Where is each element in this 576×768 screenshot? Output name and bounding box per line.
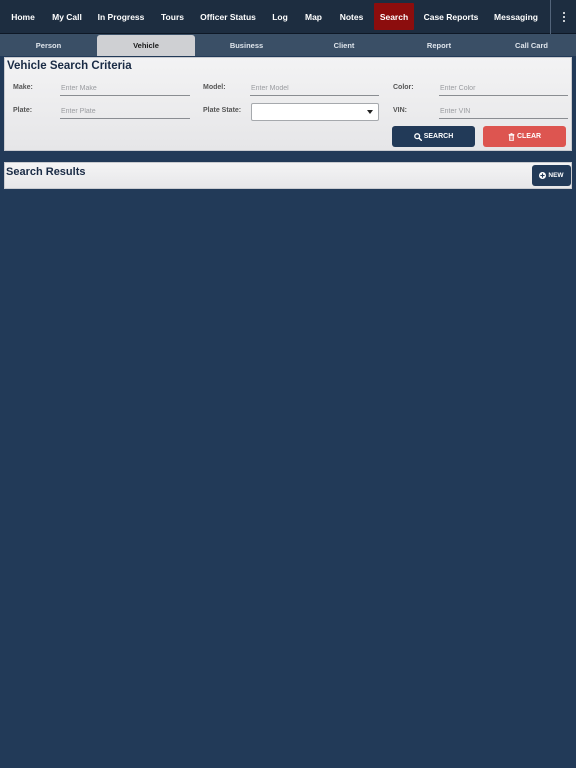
tab-vehicle[interactable]: Vehicle [97,35,195,56]
vehicle-search-criteria-panel: Vehicle Search Criteria Make: Model: Col… [4,57,572,151]
nav-item-log[interactable]: Log [267,0,293,34]
tab-business[interactable]: Business [198,34,295,56]
tab-call-card[interactable]: Call Card [487,34,576,56]
nav-item-officer-status[interactable]: Officer Status [196,0,260,34]
search-button-label: SEARCH [423,133,454,140]
search-button[interactable]: SEARCH [392,126,475,147]
nav-item-home[interactable]: Home [6,0,40,34]
vin-input[interactable] [439,105,568,119]
new-button-label: NEW [548,172,564,179]
criteria-title: Vehicle Search Criteria [7,60,132,72]
more-menu-button[interactable] [550,0,576,34]
model-input[interactable] [250,82,379,96]
plate-state-label: Plate State: [203,107,242,114]
plate-label: Plate: [13,107,33,114]
clear-button[interactable]: CLEAR [483,126,566,147]
caret-down-icon [367,110,373,114]
nav-item-messaging[interactable]: Messaging [489,0,543,34]
results-title: Search Results [6,166,86,178]
top-nav-bar: Home My Call In Progress Tours Officer S… [0,0,576,34]
nav-item-case-reports[interactable]: Case Reports [420,0,482,34]
make-label: Make: [13,84,33,91]
plus-circle-icon [539,172,547,179]
nav-item-map[interactable]: Map [299,0,328,34]
tab-client[interactable]: Client [295,34,393,56]
tab-person[interactable]: Person [0,34,97,56]
search-icon [413,132,422,141]
trash-icon [508,132,515,141]
nav-item-search[interactable]: Search [374,3,414,30]
make-input[interactable] [60,82,190,96]
kebab-menu-icon [562,12,565,22]
plate-state-select[interactable] [251,103,379,121]
clear-button-label: CLEAR [516,133,542,140]
color-input[interactable] [439,82,568,96]
vin-label: VIN: [393,107,407,114]
tab-report[interactable]: Report [391,34,487,56]
nav-item-tours[interactable]: Tours [155,0,190,34]
nav-item-notes[interactable]: Notes [335,0,368,34]
nav-item-in-progress[interactable]: In Progress [94,0,148,34]
plate-input[interactable] [60,105,190,119]
new-button[interactable]: NEW [532,165,571,186]
search-results-header: Search Results NEW [4,162,572,189]
model-label: Model: [203,84,226,91]
search-type-tabs: Person Vehicle Business Client Report Ca… [0,34,576,56]
nav-item-my-call[interactable]: My Call [47,0,87,34]
color-label: Color: [393,84,414,91]
